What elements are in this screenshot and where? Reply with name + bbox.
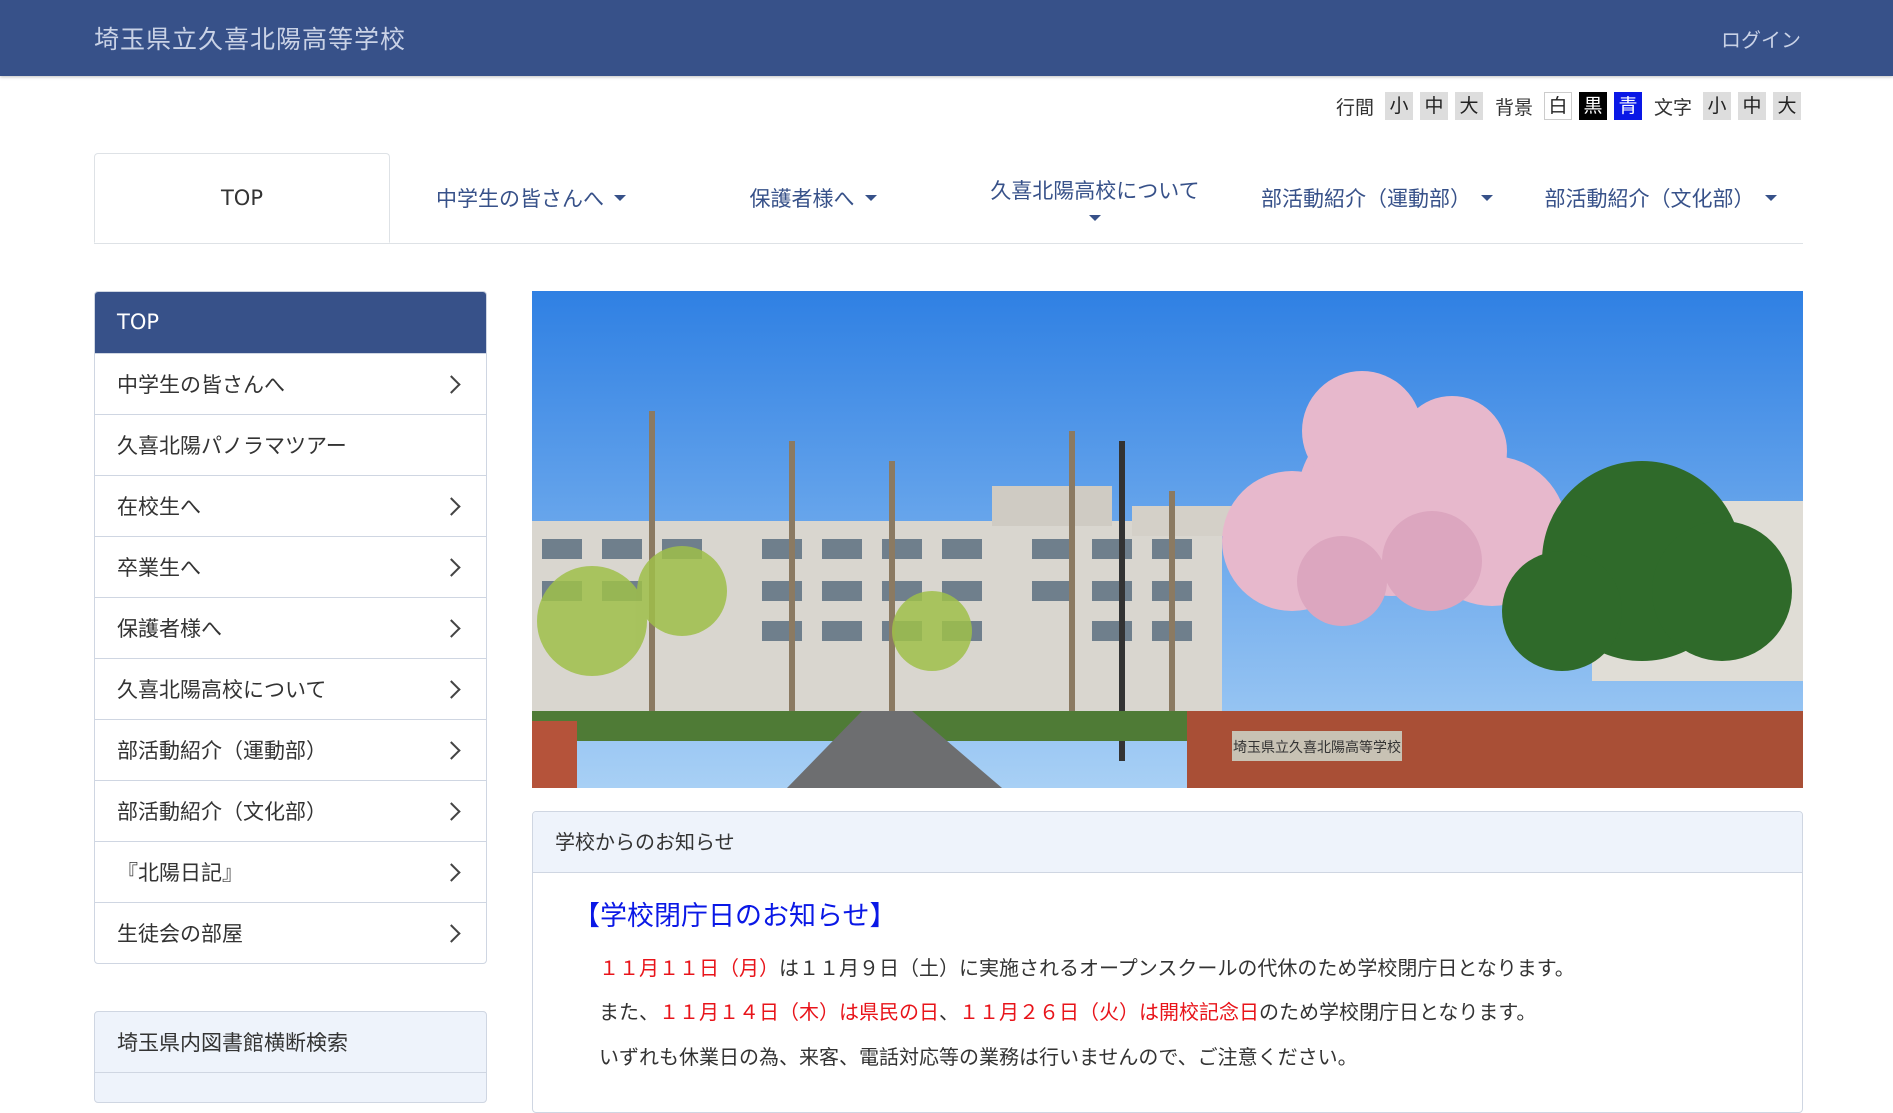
nav-tab-parents[interactable]: 保護者様へ xyxy=(672,153,954,243)
nav-tab-top[interactable]: TOP xyxy=(94,153,390,243)
font-size-label: 文字 xyxy=(1653,96,1692,119)
closure-date-2: １１月１４日（木）は県民の日 xyxy=(659,1000,939,1024)
news-line-1: １１月１１日（月）は１１月９日（土）に実施されるオープンスクールの代休のため学校… xyxy=(599,952,1575,981)
library-search-title: 埼玉県内図書館横断検索 xyxy=(117,1031,348,1055)
sidebar-menu: TOP 中学生の皆さんへ 久喜北陽パノラマツアー 在校生へ 卒業生へ 保護者様へ… xyxy=(94,291,487,964)
sidebar-item-label: 部活動紹介（運動部） xyxy=(117,739,327,763)
library-search-panel: 埼玉県内図書館横断検索 xyxy=(94,1011,487,1103)
sign-text: 埼玉県立久喜北陽高等学校 xyxy=(1233,739,1401,756)
background-white-button[interactable]: 白 xyxy=(1543,92,1572,120)
font-size-medium-button[interactable]: 中 xyxy=(1738,92,1766,120)
background-label: 背景 xyxy=(1494,96,1533,119)
school-photo: 埼玉県立久喜北陽高等学校 xyxy=(532,291,1803,788)
line-spacing-medium-button[interactable]: 中 xyxy=(1419,92,1448,120)
news-text: は１１月９日（土）に実施されるオープンスクールの代休のため学校閉庁日となります。 xyxy=(779,956,1575,980)
line-spacing-large-button[interactable]: 大 xyxy=(1454,92,1483,120)
chevron-right-icon xyxy=(442,923,461,943)
background-blue-button[interactable]: 青 xyxy=(1613,92,1642,120)
nav-tab-about-school[interactable]: 久喜北陽高校について xyxy=(954,153,1236,243)
nav-tab-label: 中学生の皆さんへ xyxy=(436,187,604,211)
news-line-3: いずれも休業日の為、来客、電話対応等の業務は行いませんので、ご注意ください。 xyxy=(599,1045,1358,1069)
sidebar-item-label: 中学生の皆さんへ xyxy=(117,373,285,397)
font-size-small-button[interactable]: 小 xyxy=(1703,92,1731,120)
site-title[interactable]: 埼玉県立久喜北陽高等学校 xyxy=(94,20,406,56)
nav-tab-label: 久喜北陽高校について xyxy=(990,179,1200,203)
nav-tab-culture-clubs[interactable]: 部活動紹介（文化部） xyxy=(1518,153,1803,243)
sidebar-item-label: 部活動紹介（文化部） xyxy=(117,800,327,824)
nav-tab-label: 部活動紹介（運動部） xyxy=(1261,187,1471,211)
sidebar-item-label: 保護者様へ xyxy=(117,617,222,641)
sidebar-title[interactable]: TOP xyxy=(95,292,486,353)
nav-tab-label: 部活動紹介（文化部） xyxy=(1544,187,1755,211)
nav-tab-label: TOP xyxy=(220,186,264,210)
caret-down-icon xyxy=(614,195,626,201)
sidebar-item-current-students[interactable]: 在校生へ xyxy=(95,475,486,536)
main-nav: TOP 中学生の皆さんへ 保護者様へ 久喜北陽高校について 部活動紹介（運動部）… xyxy=(94,153,1803,244)
accessibility-controls: 行間 小 中 大 背景 白 黒 青 文字 小 中 大 xyxy=(1330,91,1801,121)
caret-down-icon xyxy=(1481,195,1493,201)
news-text: また、 xyxy=(599,1000,659,1024)
chevron-right-icon xyxy=(442,679,461,699)
chevron-right-icon xyxy=(442,374,461,394)
line-spacing-label: 行間 xyxy=(1335,96,1374,119)
news-heading: 学校からのお知らせ xyxy=(533,812,1802,873)
sidebar-item-parents[interactable]: 保護者様へ xyxy=(95,597,486,658)
closure-date-1: １１月１１日（月） xyxy=(599,956,779,980)
sidebar-item-label: 久喜北陽高校について xyxy=(117,678,327,702)
sidebar-item-culture-clubs[interactable]: 部活動紹介（文化部） xyxy=(95,780,486,841)
chevron-right-icon xyxy=(442,740,461,760)
sidebar-item-panorama-tour[interactable]: 久喜北陽パノラマツアー xyxy=(95,414,486,475)
login-link[interactable]: ログイン xyxy=(1721,24,1801,53)
news-line-2: また、１１月１４日（木）は県民の日、１１月２６日（火）は開校記念日のため学校閉庁… xyxy=(599,996,1536,1025)
sidebar-item-label: 卒業生へ xyxy=(117,556,201,580)
site-header: 埼玉県立久喜北陽高等学校 ログイン xyxy=(0,0,1893,76)
sidebar-item-student-council[interactable]: 生徒会の部屋 xyxy=(95,902,486,963)
chevron-right-icon xyxy=(442,618,461,638)
news-panel: 学校からのお知らせ 【学校閉庁日のお知らせ】 １１月１１日（月）は１１月９日（土… xyxy=(532,811,1803,1113)
news-text: のため学校閉庁日となります。 xyxy=(1259,1000,1537,1024)
sidebar-item-hokuyo-diary[interactable]: 『北陽日記』 xyxy=(95,841,486,902)
font-size-large-button[interactable]: 大 xyxy=(1773,92,1801,120)
hero-image: 埼玉県立久喜北陽高等学校 xyxy=(532,291,1803,788)
sidebar-item-label: 『北陽日記』 xyxy=(117,861,243,885)
caret-down-icon xyxy=(1089,215,1101,221)
chevron-right-icon xyxy=(442,801,461,821)
nav-tab-label: 保護者様へ xyxy=(749,187,855,211)
chevron-right-icon xyxy=(442,496,461,516)
nav-tab-sports-clubs[interactable]: 部活動紹介（運動部） xyxy=(1236,153,1518,243)
chevron-right-icon xyxy=(442,862,461,882)
news-title: 【学校閉庁日のお知らせ】 xyxy=(573,901,897,932)
chevron-right-icon xyxy=(442,557,461,577)
nav-tab-junior-high[interactable]: 中学生の皆さんへ xyxy=(390,153,672,243)
sidebar-item-sports-clubs[interactable]: 部活動紹介（運動部） xyxy=(95,719,486,780)
sidebar-item-junior-high[interactable]: 中学生の皆さんへ xyxy=(95,353,486,414)
sidebar-item-graduates[interactable]: 卒業生へ xyxy=(95,536,486,597)
divider xyxy=(95,1072,486,1073)
caret-down-icon xyxy=(864,195,877,201)
sidebar-item-label: 生徒会の部屋 xyxy=(117,922,243,946)
caret-down-icon xyxy=(1764,195,1777,201)
line-spacing-small-button[interactable]: 小 xyxy=(1384,92,1413,120)
sidebar-item-about-school[interactable]: 久喜北陽高校について xyxy=(95,658,486,719)
news-text: 、 xyxy=(939,1000,959,1024)
background-black-button[interactable]: 黒 xyxy=(1578,92,1607,120)
sidebar-item-label: 在校生へ xyxy=(117,495,201,519)
closure-date-3: １１月２６日（火）は開校記念日 xyxy=(959,1000,1259,1024)
sidebar-item-label: 久喜北陽パノラマツアー xyxy=(117,434,347,458)
